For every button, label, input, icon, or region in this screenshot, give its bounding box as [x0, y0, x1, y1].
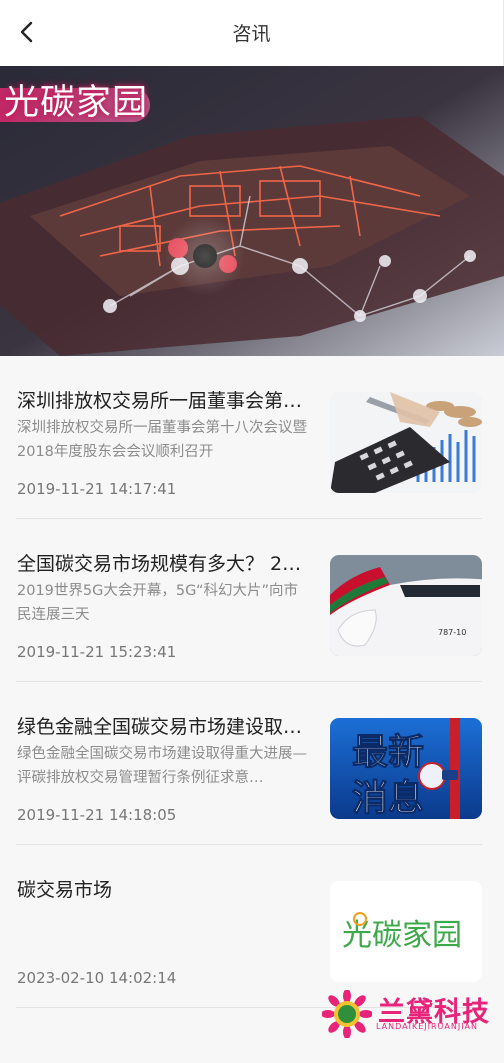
banner-image[interactable]: 光碳家园	[0, 66, 504, 356]
sunflower-icon	[321, 989, 373, 1039]
news-title: 全国碳交易市场规模有多大？ 2…	[17, 553, 302, 575]
news-date: 2019-11-21 15:23:41	[17, 643, 177, 661]
news-item[interactable]: 深圳排放权交易所一届董事会第… 深圳排放权交易所一届董事会第十八次会议暨2018…	[16, 356, 482, 519]
header: 咨讯	[0, 0, 504, 66]
guangtan-logo-image: 光碳家园	[330, 881, 482, 982]
aircraft-model: 787-10	[438, 628, 466, 637]
news-desc: 2019世界5G大会开幕，5G“科幻大片”向市民连展三天	[17, 583, 299, 623]
latest-news-line2: 消息	[352, 778, 424, 819]
banner-title: 光碳家园	[4, 83, 149, 123]
watermark-name-en: LANDAIKEJIRUANJIAN	[376, 1022, 479, 1031]
news-item[interactable]: 全国碳交易市场规模有多大？ 2… 2019世界5G大会开幕，5G“科幻大片”向市…	[16, 519, 482, 682]
news-date: 2023-02-10 14:02:14	[17, 969, 177, 987]
watermark-logo: 兰黛科技 LANDAIKEJIRUANJIAN	[321, 989, 494, 1039]
news-date: 2019-11-21 14:17:41	[17, 480, 177, 498]
news-title: 绿色金融全国碳交易市场建设取…	[17, 716, 303, 738]
news-item[interactable]: 碳交易市场 2023-02-10 14:02:14 光碳家园	[16, 845, 482, 1008]
news-title: 深圳排放权交易所一届董事会第…	[17, 390, 303, 412]
calculator-image	[330, 392, 482, 493]
page-title: 咨讯	[232, 23, 271, 45]
guangtan-logo-text: 光碳家园	[342, 918, 462, 953]
news-desc: 绿色金融全国碳交易市场建设取得重大进展—评碳排放权交易管理暂行条例征求意…	[17, 746, 307, 786]
news-desc: 深圳排放权交易所一届董事会第十八次会议暨2018年度股东会会议顺利召开	[17, 420, 307, 460]
news-title: 碳交易市场	[17, 879, 113, 901]
news-item[interactable]: 绿色金融全国碳交易市场建设取… 绿色金融全国碳交易市场建设取得重大进展—评碳排放…	[16, 682, 482, 845]
news-date: 2019-11-21 14:18:05	[17, 806, 177, 824]
latest-news-line1: 最新	[352, 732, 424, 773]
latest-news-image: 最新 消息	[330, 718, 482, 819]
airplane-image: 787-10	[330, 555, 482, 656]
